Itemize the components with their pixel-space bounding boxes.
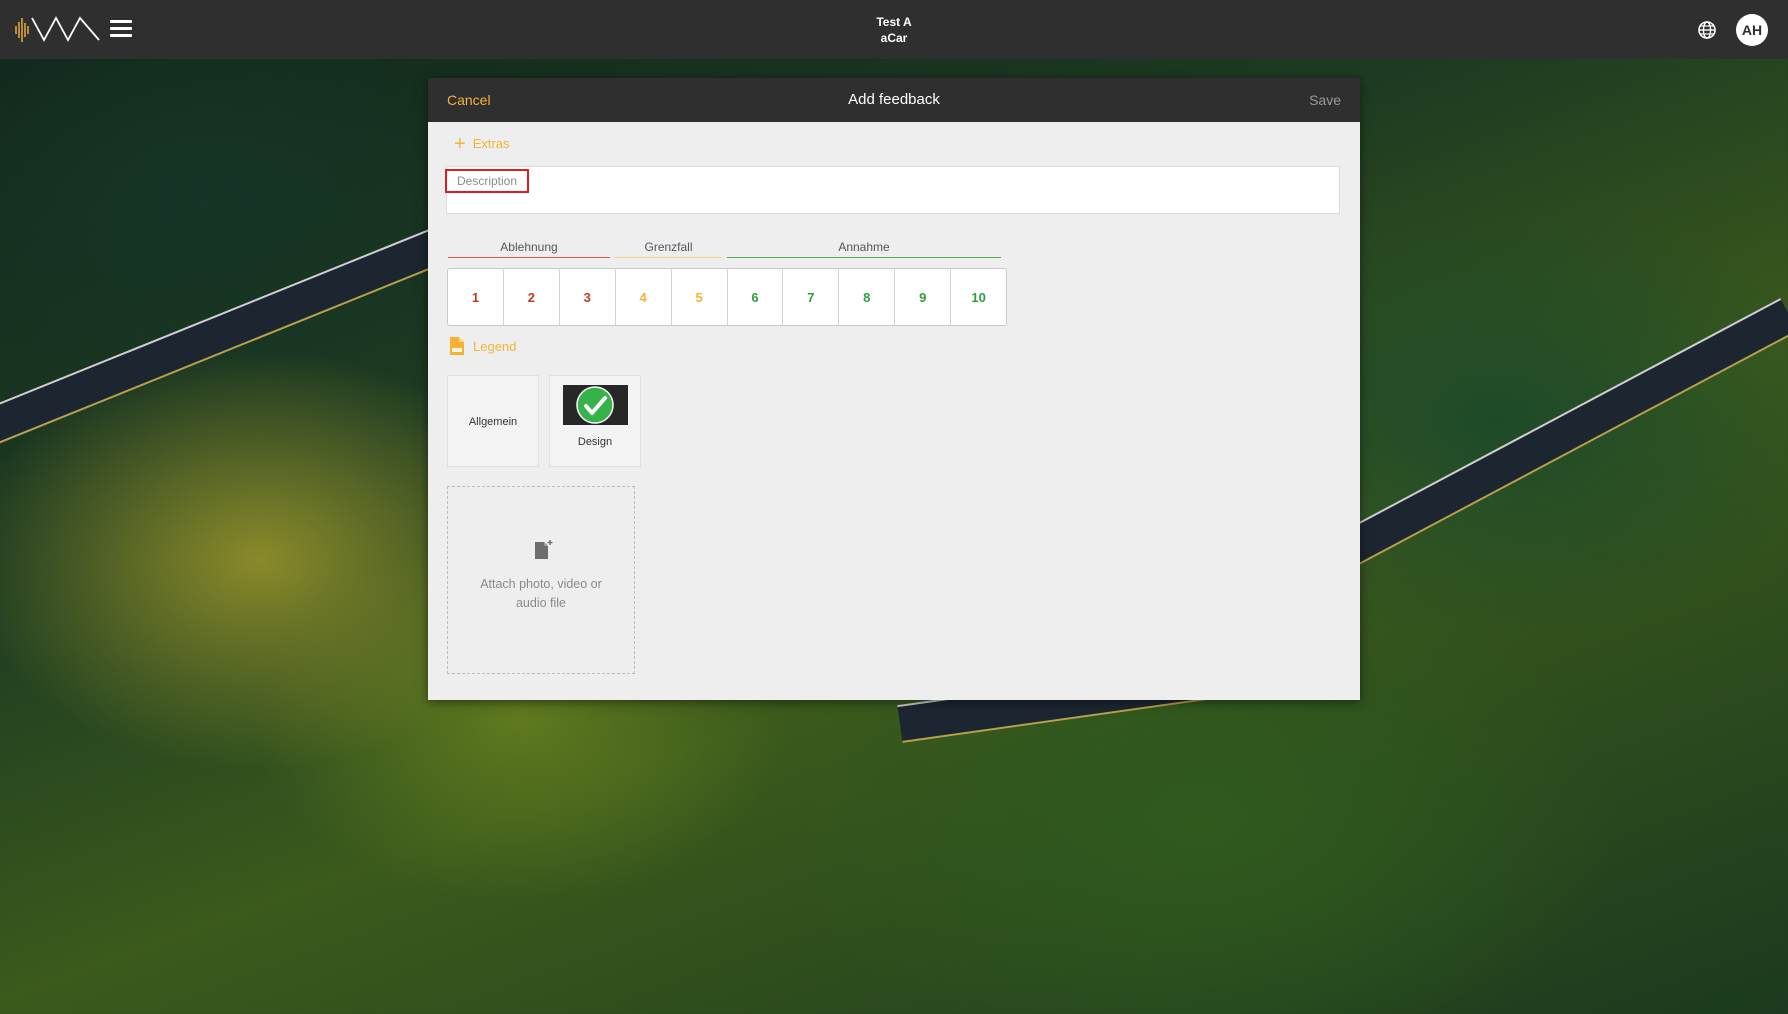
extras-button[interactable]: + Extras [454, 132, 510, 155]
save-button[interactable]: Save [1309, 92, 1341, 108]
project-name: Test A [876, 15, 912, 29]
legend-link[interactable]: Legend [449, 336, 516, 356]
category-allgemein[interactable]: Allgemein [447, 375, 539, 467]
project-title: Test A aCar [0, 14, 1788, 46]
category-label: Allgemein [468, 416, 518, 428]
background-road [0, 211, 487, 457]
dialog-header: Cancel Add feedback Save [428, 78, 1360, 122]
rating-selector: 1 2 3 4 5 6 7 8 9 10 [447, 268, 1007, 326]
background-road [1321, 298, 1788, 576]
pdf-file-icon [450, 337, 464, 355]
scale-label-grenzfall: Grenzfall [615, 240, 722, 258]
category-label: Design [577, 436, 613, 448]
rating-option-10[interactable]: 10 [951, 269, 1006, 325]
category-design[interactable]: Design [549, 375, 641, 467]
globe-icon[interactable] [1697, 20, 1717, 40]
green-check-icon [576, 386, 614, 424]
category-thumbnail [562, 385, 628, 425]
rating-option-4[interactable]: 4 [616, 269, 672, 325]
description-label: Description [445, 169, 530, 193]
rating-option-5[interactable]: 5 [672, 269, 728, 325]
rating-option-6[interactable]: 6 [728, 269, 784, 325]
plus-icon: + [454, 132, 466, 155]
attach-file-dropzone[interactable]: Attach photo, video or audio file [447, 486, 635, 674]
rating-option-8[interactable]: 8 [839, 269, 896, 325]
avatar[interactable]: AH [1736, 14, 1768, 46]
top-bar: Test A aCar AH [0, 0, 1788, 59]
extras-label: Extras [472, 136, 510, 151]
project-subtitle: aCar [880, 31, 908, 45]
scale-label-annahme: Annahme [727, 240, 1001, 258]
rating-option-3[interactable]: 3 [560, 269, 616, 325]
rating-option-9[interactable]: 9 [895, 269, 952, 325]
scale-label-ablehnung: Ablehnung [448, 240, 610, 258]
dialog-title: Add feedback [848, 91, 940, 108]
description-field[interactable]: Description [445, 166, 1340, 214]
rating-option-7[interactable]: 7 [783, 269, 840, 325]
legend-label: Legend [473, 338, 517, 354]
rating-option-1[interactable]: 1 [448, 269, 504, 325]
rating-option-2[interactable]: 2 [504, 269, 560, 325]
rating-scale-labels: Ablehnung Grenzfall Annahme [448, 240, 1008, 260]
add-feedback-dialog: Cancel Add feedback Save + Extras Descri… [428, 78, 1360, 700]
add-file-icon [535, 540, 553, 559]
attach-file-label: Attach photo, video or audio file [480, 577, 602, 610]
